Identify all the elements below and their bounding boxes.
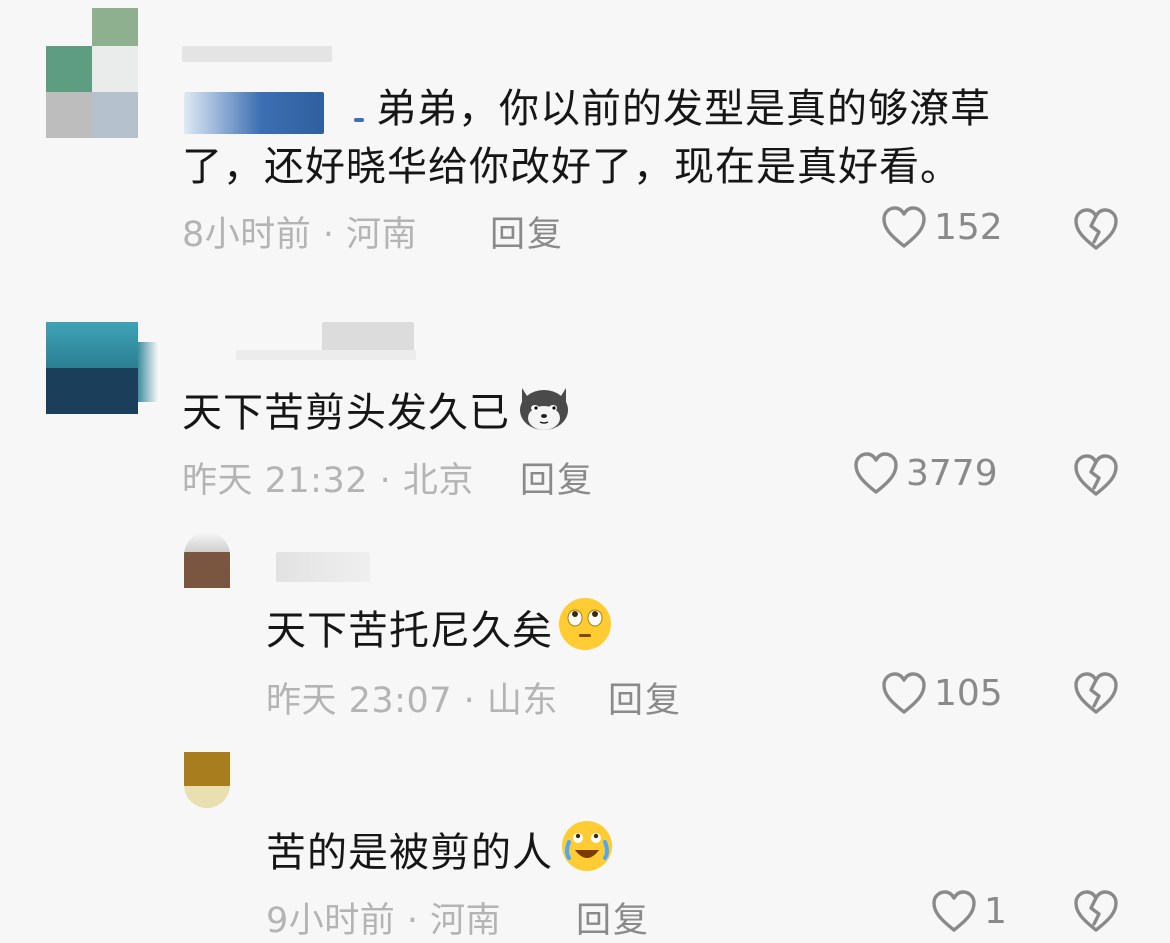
comment-text: 天下苦托尼久矣 <box>266 596 615 670</box>
comment-meta: 9小时前 · 河南 <box>266 901 502 941</box>
dislike-button[interactable] <box>1072 888 1120 938</box>
like-button[interactable]: 105 <box>880 670 1003 716</box>
laugh-cry-emoji <box>557 818 617 892</box>
comment-text: 苦的是被剪的人 <box>266 818 617 892</box>
like-count: 152 <box>934 206 1003 248</box>
username-blurred[interactable] <box>182 46 332 62</box>
broken-heart-icon <box>1074 672 1118 714</box>
dog-face-emoji <box>514 378 574 452</box>
heart-outline-icon <box>882 206 926 248</box>
comment-text: 了，还好晓华给你改好了，现在是真好看。 <box>182 144 961 190</box>
like-button[interactable]: 152 <box>880 204 1003 250</box>
reply-button[interactable]: 回复 <box>520 452 594 503</box>
reply-button[interactable]: 回复 <box>608 672 682 723</box>
comment-text: 天下苦剪头发久已 <box>182 378 574 452</box>
like-count: 1 <box>984 890 1007 932</box>
like-count: 105 <box>934 672 1003 714</box>
dislike-button[interactable] <box>1072 452 1120 502</box>
broken-heart-icon <box>1074 454 1118 496</box>
avatar[interactable] <box>184 532 230 588</box>
reply-button[interactable]: 回复 <box>490 206 564 257</box>
heart-outline-icon <box>932 890 976 932</box>
broken-heart-icon <box>1074 208 1118 250</box>
broken-heart-icon <box>1074 890 1118 932</box>
avatar[interactable] <box>46 8 138 138</box>
username-blurred-trail <box>236 350 416 360</box>
avatar[interactable] <box>46 322 158 414</box>
avatar[interactable] <box>184 752 230 808</box>
comment-meta: 昨天 23:07 · 山东 <box>266 681 558 721</box>
heart-outline-icon <box>854 452 898 494</box>
username-blurred[interactable] <box>276 552 370 582</box>
comment-meta: 8小时前 · 河南 <box>182 215 418 255</box>
dislike-button[interactable] <box>1072 206 1120 256</box>
like-button[interactable]: 1 <box>930 888 1007 934</box>
reply-button[interactable]: 回复 <box>576 892 650 943</box>
comment-text: 弟弟，你以前的发型是真的够潦草 <box>376 86 991 132</box>
comment-meta: 昨天 21:32 · 北京 <box>182 461 474 501</box>
mention-blur <box>354 118 364 122</box>
like-button[interactable]: 3779 <box>852 450 998 496</box>
like-count: 3779 <box>906 452 998 494</box>
heart-outline-icon <box>882 672 926 714</box>
dislike-button[interactable] <box>1072 670 1120 720</box>
eye-roll-emoji <box>555 596 615 670</box>
username-blurred[interactable] <box>184 92 324 134</box>
